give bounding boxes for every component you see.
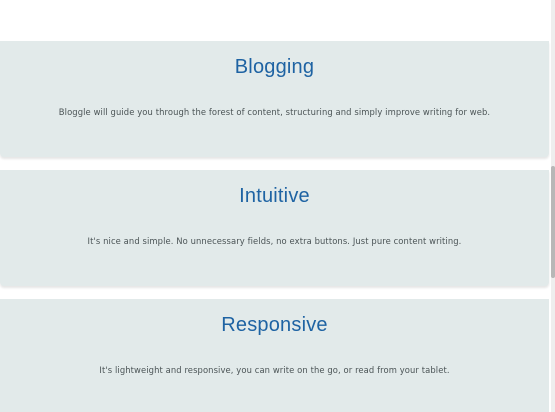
- feature-card-blogging: Blogging Bloggle will guide you through …: [0, 41, 549, 157]
- features-section: Blogging Bloggle will guide you through …: [0, 0, 551, 412]
- feature-description-responsive: It's lightweight and responsive, you can…: [99, 365, 450, 375]
- feature-title-responsive: Responsive: [221, 314, 328, 336]
- feature-card-responsive: Responsive It's lightweight and responsi…: [0, 299, 549, 412]
- page: Blogging Bloggle will guide you through …: [0, 0, 555, 412]
- scrollbar-thumb[interactable]: [551, 166, 555, 278]
- feature-description-blogging: Bloggle will guide you through the fores…: [58, 107, 491, 117]
- feature-description-intuitive: It's nice and simple. No unnecessary fie…: [87, 236, 462, 246]
- feature-card-intuitive: Intuitive It's nice and simple. No unnec…: [0, 170, 549, 286]
- vertical-scrollbar[interactable]: [551, 0, 555, 412]
- feature-title-intuitive: Intuitive: [239, 185, 310, 207]
- feature-title-blogging: Blogging: [234, 56, 315, 78]
